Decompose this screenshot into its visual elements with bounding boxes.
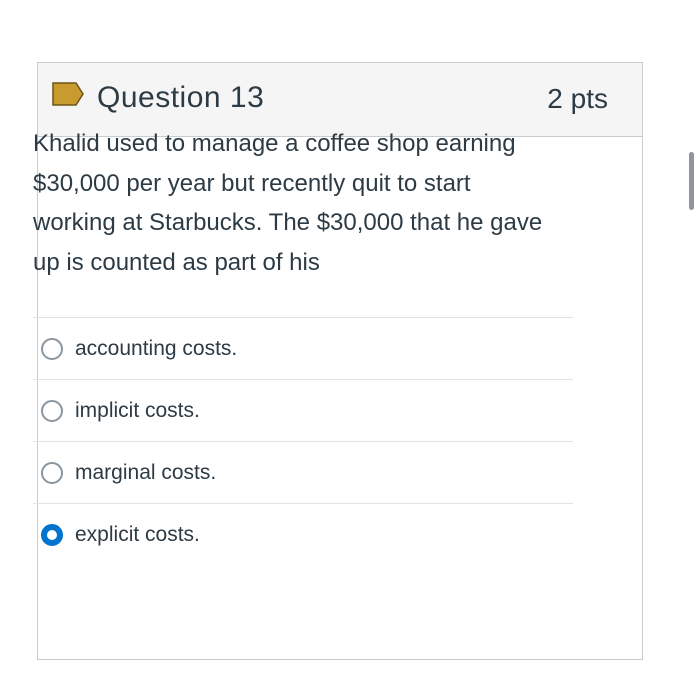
- answer-option-explicit-costs[interactable]: explicit costs.: [33, 503, 573, 565]
- quiz-page: Question 13 2 pts Khalid used to manage …: [0, 0, 700, 694]
- answer-label[interactable]: accounting costs.: [75, 337, 237, 361]
- answer-option-accounting-costs[interactable]: accounting costs.: [33, 317, 573, 379]
- question-title: Question 13: [97, 81, 265, 114]
- bookmark-flag-icon[interactable]: [52, 82, 84, 106]
- answer-option-implicit-costs[interactable]: implicit costs.: [33, 379, 573, 441]
- scrollbar-thumb[interactable]: [689, 152, 694, 210]
- radio-button[interactable]: [41, 461, 63, 484]
- answer-label[interactable]: implicit costs.: [75, 399, 200, 423]
- answer-label[interactable]: marginal costs.: [75, 461, 216, 485]
- radio-button[interactable]: [41, 337, 63, 360]
- question-points: 2 pts: [547, 83, 608, 114]
- radio-button[interactable]: [41, 399, 63, 422]
- radio-button-selected[interactable]: [41, 523, 63, 546]
- answer-label[interactable]: explicit costs.: [75, 523, 200, 547]
- question-text: Khalid used to manage a coffee shop earn…: [33, 130, 543, 276]
- answer-list: accounting costs. implicit costs. margin…: [33, 317, 573, 565]
- answer-option-marginal-costs[interactable]: marginal costs.: [33, 441, 573, 503]
